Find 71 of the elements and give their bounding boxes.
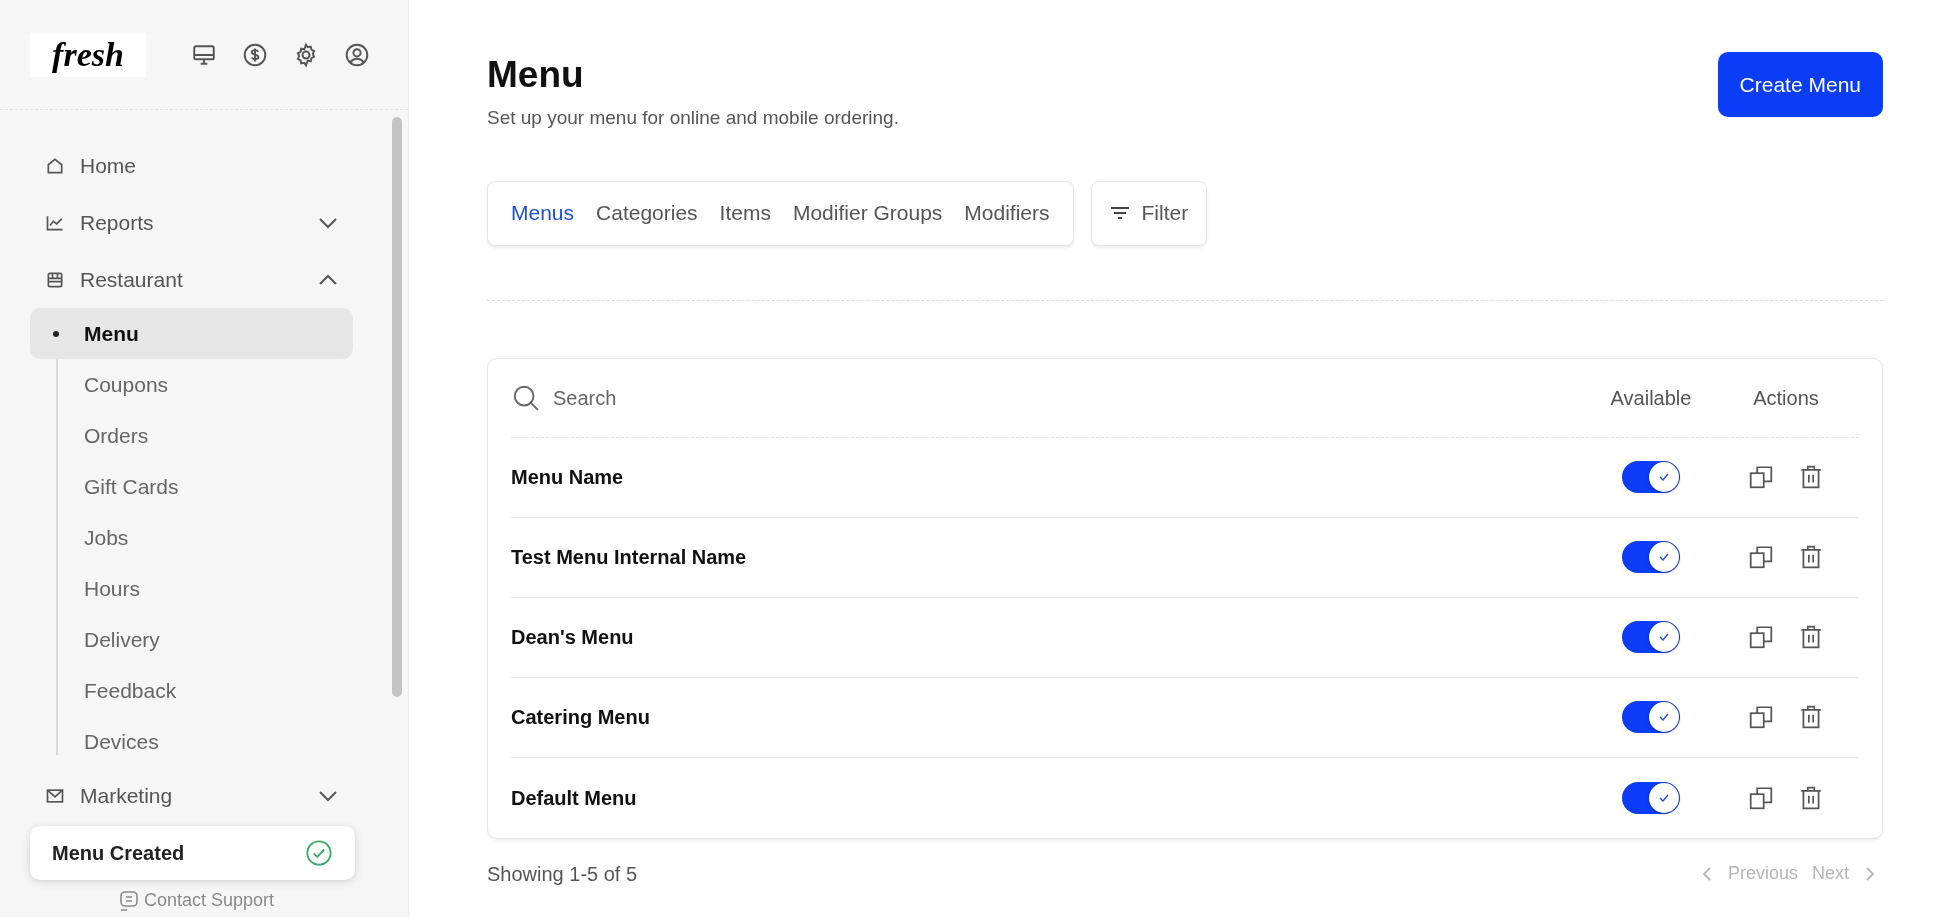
delete-button[interactable] xyxy=(1798,464,1824,490)
delete-button[interactable] xyxy=(1798,624,1824,650)
check-icon xyxy=(1658,712,1670,722)
availability-toggle[interactable] xyxy=(1622,781,1680,814)
check-icon xyxy=(1658,552,1670,562)
availability-toggle[interactable] xyxy=(1622,701,1680,733)
sidebar-subitem[interactable]: Orders xyxy=(30,410,353,461)
availability-toggle[interactable] xyxy=(1622,461,1680,493)
copy-icon xyxy=(1748,464,1774,490)
delete-button[interactable] xyxy=(1798,544,1824,570)
sidebar-subitem[interactable]: Feedback xyxy=(30,665,353,716)
chevron-right-icon xyxy=(1865,865,1875,882)
delete-button[interactable] xyxy=(1798,784,1824,811)
sidebar-subitem[interactable]: Gift Cards xyxy=(30,461,353,512)
menu-name: Dean's Menu xyxy=(511,625,635,650)
filter-icon xyxy=(1109,206,1130,220)
availability-toggle[interactable] xyxy=(1622,621,1680,653)
filter-button[interactable]: Filter xyxy=(1090,180,1208,246)
availability-toggle[interactable] xyxy=(1622,541,1680,573)
duplicate-button[interactable] xyxy=(1748,624,1774,650)
duplicate-button[interactable] xyxy=(1748,704,1774,730)
copy-icon xyxy=(1748,704,1774,730)
create-menu-button[interactable]: Create Menu xyxy=(1717,52,1883,117)
sidebar-subitem[interactable]: Coupons xyxy=(30,359,353,410)
sidebar-item[interactable]: Reports xyxy=(30,194,353,251)
dollar-icon[interactable] xyxy=(242,41,268,68)
copy-icon xyxy=(1748,544,1774,570)
pagination-summary: Showing 1-5 of 5 xyxy=(487,861,638,887)
sidebar-subitem[interactable]: Jobs xyxy=(30,512,353,563)
tab[interactable]: Modifier Groups xyxy=(792,197,943,229)
trash-icon xyxy=(1798,544,1824,570)
tab[interactable]: Menus xyxy=(511,197,575,229)
sidebar-subitem[interactable]: Menu xyxy=(30,308,353,359)
column-header: Available xyxy=(1609,385,1693,411)
column-header: Actions xyxy=(1752,385,1820,411)
logo[interactable]: fresh xyxy=(30,32,146,77)
check-icon xyxy=(1658,472,1670,482)
sidebar-item[interactable]: Restaurant xyxy=(30,251,353,308)
sidebar-subitem[interactable]: Devices xyxy=(30,716,353,767)
chevron-left-icon xyxy=(1701,865,1712,882)
copy-icon xyxy=(1748,784,1774,811)
tab[interactable]: Modifiers xyxy=(964,197,1050,229)
menu-name: Test Menu Internal Name xyxy=(511,545,748,570)
user-icon[interactable] xyxy=(344,41,370,68)
page-title: Menu xyxy=(487,53,585,97)
tab[interactable]: Items xyxy=(719,197,771,229)
check-circle-icon xyxy=(305,839,333,867)
menu-name: Menu Name xyxy=(511,465,625,490)
page-subtitle: Set up your menu for online and mobile ordering. xyxy=(487,106,899,130)
check-icon xyxy=(1658,632,1670,642)
delete-button[interactable] xyxy=(1798,704,1824,730)
trash-icon xyxy=(1798,464,1824,490)
trash-icon xyxy=(1798,704,1824,730)
chat-icon xyxy=(120,890,138,911)
menu-name: Catering Menu xyxy=(511,705,651,730)
menu-name: Default Menu xyxy=(511,785,638,811)
tab[interactable]: Categories xyxy=(596,197,698,229)
toast-message: Menu Created xyxy=(52,841,185,866)
duplicate-button[interactable] xyxy=(1748,464,1774,490)
copy-icon xyxy=(1748,624,1774,650)
trash-icon xyxy=(1798,784,1824,811)
sidebar-item[interactable]: Marketing xyxy=(30,767,353,824)
trash-icon xyxy=(1798,624,1824,650)
duplicate-button[interactable] xyxy=(1748,784,1774,811)
search-field[interactable]: Search xyxy=(553,382,953,413)
scrollbar[interactable] xyxy=(392,117,402,697)
sidebar-subitem[interactable]: Delivery xyxy=(30,614,353,665)
check-icon xyxy=(1658,792,1670,803)
sidebar-item[interactable]: Home xyxy=(30,137,353,194)
duplicate-button[interactable] xyxy=(1748,544,1774,570)
sidebar-subitem[interactable]: Hours xyxy=(30,563,353,614)
